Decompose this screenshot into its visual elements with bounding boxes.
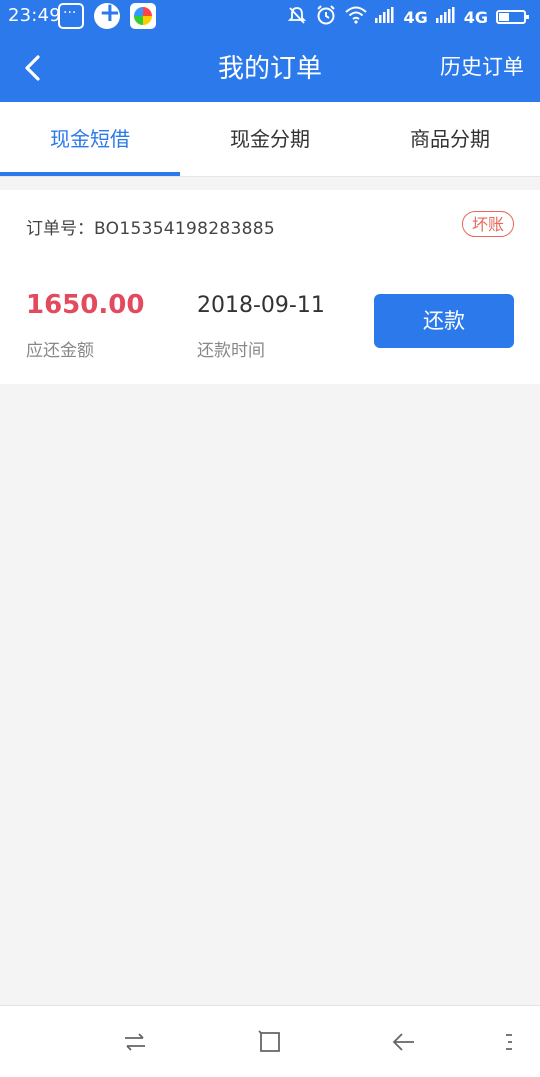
repay-button[interactable]: 还款: [374, 294, 514, 348]
back-arrow-icon[interactable]: [390, 1028, 418, 1056]
plus-icon: [94, 0, 121, 29]
network-type-1: 4G: [403, 7, 428, 27]
alarm-icon: [315, 4, 337, 30]
order-number-row: 订单号：BO15354198283885: [26, 214, 275, 239]
message-icon: [58, 3, 84, 29]
amount-due: 1650.00: [26, 290, 145, 320]
tab-cash-short-loan[interactable]: 现金短借: [0, 102, 180, 176]
tab-goods-installment[interactable]: 商品分期: [360, 102, 540, 176]
home-square-icon[interactable]: [256, 1028, 284, 1056]
status-badge: 坏账: [462, 211, 514, 237]
switch-icon[interactable]: [121, 1028, 149, 1056]
order-card: 订单号：BO15354198283885 坏账 1650.00 应还金额 201…: [0, 190, 540, 384]
amount-due-label: 应还金额: [26, 341, 94, 361]
order-number-label: 订单号：: [26, 219, 94, 239]
status-bar: 23:49 4G 4G: [0, 0, 540, 34]
repayment-date: 2018-09-11: [197, 293, 325, 318]
app-header: 我的订单 历史订单: [0, 34, 540, 102]
network-type-2: 4G: [463, 7, 488, 27]
status-right-group: 4G 4G: [287, 4, 529, 30]
order-number: BO15354198283885: [94, 219, 275, 239]
mute-icon: [287, 5, 307, 29]
status-time: 23:49: [8, 5, 61, 26]
wifi-icon: [345, 6, 368, 28]
battery-icon: [496, 10, 529, 24]
order-type-tabs: 现金短借 现金分期 商品分期: [0, 102, 540, 176]
signal-icon: [375, 7, 395, 27]
app-360-icon: [130, 3, 156, 29]
repayment-date-label: 还款时间: [197, 341, 265, 361]
menu-icon[interactable]: [496, 1028, 524, 1056]
tab-cash-installment[interactable]: 现金分期: [180, 102, 360, 176]
history-orders-link[interactable]: 历史订单: [440, 51, 524, 81]
system-nav-bar: [0, 1005, 540, 1077]
signal-icon: [435, 7, 456, 27]
divider: [0, 176, 540, 177]
